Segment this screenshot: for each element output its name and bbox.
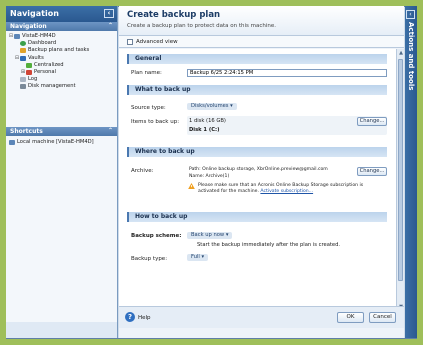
tree-item-label: Dashboard (28, 40, 57, 47)
activate-subscription-link[interactable]: Activate subscription... (260, 189, 313, 194)
create-backup-plan-dialog: Create backup plan Create a backup plan … (119, 6, 404, 338)
shortcuts-list: Local machine [VistaE-HM4D] (6, 136, 117, 322)
chevron-up-icon[interactable]: ⌃ (108, 22, 113, 29)
tree-item[interactable]: Dashboard (8, 40, 115, 47)
navigation-section-label: Navigation (10, 23, 47, 30)
tree-item-label: Log (28, 76, 38, 83)
tree-item-label: Personal (34, 68, 57, 75)
shortcuts-section-header[interactable]: Shortcuts ⌃ (6, 127, 117, 136)
archive-path: Path: Online backup storage, XbrOnline.p… (189, 167, 328, 172)
section-general-label: General (135, 55, 162, 62)
actions-and-tools-label: Actions and tools (407, 22, 415, 91)
chevron-down-icon: ▾ (230, 103, 233, 109)
tree-item-label: VistaE-HM4D (22, 33, 56, 39)
section-what-label: What to back up (135, 86, 191, 93)
centralized-vault-icon (26, 62, 32, 68)
dialog-footer: ? Help OK Cancel (119, 306, 404, 328)
help-label[interactable]: Help (138, 315, 151, 321)
backup-scheme-description: Start the backup immediately after the p… (197, 242, 341, 248)
section-general: General (127, 54, 387, 64)
dialog-header: Create backup plan Create a backup plan … (119, 6, 404, 36)
section-how-label: How to back up (135, 213, 188, 220)
scrollbar-thumb[interactable] (398, 59, 403, 281)
section-what: What to back up (127, 85, 387, 95)
form-scrollbar[interactable]: ▲ ▼ (396, 49, 404, 311)
shortcuts-section-label: Shortcuts (10, 128, 43, 135)
section-where: Where to back up (127, 147, 387, 157)
backup-type-dropdown[interactable]: Full ▾ (187, 254, 209, 261)
tree-item[interactable]: Centralized (8, 62, 115, 69)
tree-item[interactable]: ⊟ VistaE-HM4D (8, 33, 115, 40)
navigation-pane: Navigation ‹ Navigation ⌃ ⊟ VistaE-HM4D Da… (6, 6, 118, 338)
shortcut-local-machine[interactable]: Local machine [VistaE-HM4D] (9, 139, 114, 146)
source-type-value: Disks/volumes (191, 103, 229, 109)
chevron-down-icon: ▾ (225, 232, 229, 238)
help-icon[interactable]: ? (125, 312, 135, 322)
dialog-subtitle: Create a backup plan to protect data on … (127, 23, 277, 29)
archive-name: Name: Archive(1) (189, 174, 230, 179)
tree-item-label: Backup plans and tasks (28, 47, 90, 54)
personal-vault-icon (26, 70, 32, 76)
archive-label: Archive: (131, 168, 154, 174)
navigation-section-header[interactable]: Navigation ⌃ (6, 22, 117, 31)
tree-item-label: Disk management (28, 83, 76, 90)
navigation-title: Navigation (10, 9, 59, 18)
warning-icon (188, 183, 195, 189)
scroll-up-icon[interactable]: ▲ (397, 50, 405, 56)
items-change-button[interactable]: Change... (357, 117, 387, 126)
disk-management-icon (20, 84, 26, 90)
tree-item-label: Centralized (34, 61, 64, 68)
vault-icon (20, 55, 26, 61)
backup-scheme-value: Back up now (191, 232, 225, 238)
cancel-button[interactable]: Cancel (369, 312, 396, 323)
collapse-pane-icon[interactable]: ‹ (104, 9, 114, 18)
source-type-label: Source type: (131, 105, 166, 111)
backup-type-label: Backup type: (131, 256, 168, 262)
view-toolbar: Advanced view (119, 36, 404, 48)
log-icon (20, 77, 26, 83)
section-how: How to back up (127, 212, 387, 222)
tree-item-label: Vaults (28, 54, 44, 61)
dashboard-icon (20, 41, 26, 47)
navigation-title-bar: Navigation ‹ (6, 6, 117, 22)
tree-item[interactable]: Backup plans and tasks (8, 47, 115, 54)
ok-button[interactable]: OK (337, 312, 364, 323)
backup-scheme-dropdown[interactable]: Back up now ▾ (187, 232, 233, 239)
tree-item[interactable]: Log (8, 76, 115, 83)
computer-icon (14, 34, 20, 40)
section-where-label: Where to back up (135, 148, 195, 155)
backup-plans-icon (20, 48, 26, 54)
tree-item[interactable]: ⊟ Vaults (8, 55, 115, 62)
tree-item[interactable]: ⊞ Personal (8, 69, 115, 76)
backup-scheme-label: Backup scheme: (131, 233, 182, 239)
items-summary: 1 disk (16 GB) (189, 118, 226, 124)
plan-form: General Plan name: What to back up Sourc… (119, 49, 396, 311)
plan-name-label: Plan name: (131, 70, 162, 76)
chevron-up-icon[interactable]: ⌃ (108, 127, 113, 134)
items-label: Items to back up: (131, 119, 180, 125)
archive-change-button[interactable]: Change... (357, 167, 387, 176)
items-disk: Disk 1 (C:) (189, 127, 220, 133)
navigation-tree: ⊟ VistaE-HM4D Dashboard Backup plans and ta… (6, 31, 117, 127)
plan-name-input[interactable] (187, 69, 387, 77)
tree-item[interactable]: Disk management (8, 83, 115, 90)
shortcut-label: Local machine [VistaE-HM4D] (17, 139, 94, 145)
expand-panel-icon[interactable]: ‹ (406, 10, 415, 19)
subscription-warning: Please make sure that an Acronis Online … (198, 183, 386, 195)
dialog-title: Create backup plan (127, 10, 221, 20)
advanced-view-label[interactable]: Advanced view (136, 39, 178, 45)
actions-and-tools-panel[interactable]: ‹ Actions and tools (405, 6, 417, 338)
backup-type-value: Full (191, 254, 200, 260)
computer-icon (9, 140, 15, 146)
advanced-view-checkbox[interactable] (127, 38, 133, 45)
chevron-down-icon: ▾ (201, 254, 205, 260)
source-type-dropdown[interactable]: Disks/volumes ▾ (187, 103, 237, 110)
